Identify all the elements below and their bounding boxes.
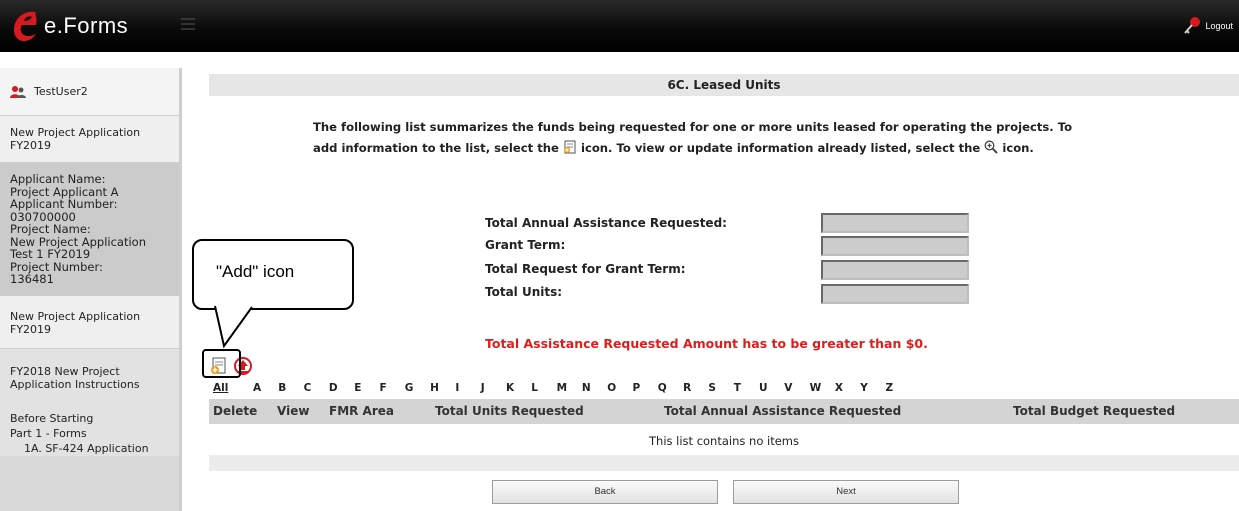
user-name: TestUser2 xyxy=(34,85,88,98)
filter-letter-t[interactable]: T xyxy=(734,382,741,394)
back-button[interactable]: Back xyxy=(492,480,718,504)
sidebar-item-sf424[interactable]: 1A. SF-424 Application xyxy=(10,441,171,456)
page-title: 6C. Leased Units xyxy=(209,74,1239,96)
filter-letter-e[interactable]: E xyxy=(354,382,361,394)
top-bar: e.Forms Logout xyxy=(0,0,1239,52)
filter-letter-r[interactable]: R xyxy=(683,382,691,394)
table-footer-band xyxy=(209,455,1239,471)
applicant-name-label: Applicant Name: xyxy=(10,172,106,186)
e-logo-icon xyxy=(14,11,37,42)
logout-button[interactable]: Logout xyxy=(1183,16,1233,36)
filter-letter-i[interactable]: I xyxy=(455,382,459,394)
instructions: The following list summarizes the funds … xyxy=(313,117,1213,159)
filter-letter-k[interactable]: K xyxy=(506,382,514,394)
total-request-field xyxy=(821,260,969,280)
sidebar-item-sublabel: FY2019 xyxy=(10,322,52,336)
sidebar-item-label: FY2018 New Project xyxy=(10,364,120,378)
total-annual-assistance-field xyxy=(821,213,969,233)
filter-letter-u[interactable]: U xyxy=(759,382,768,394)
total-units-field xyxy=(821,284,969,304)
filter-letter-o[interactable]: O xyxy=(607,382,616,394)
column-header-total-units: Total Units Requested xyxy=(435,404,584,418)
key-icon xyxy=(1184,17,1201,34)
column-header-total-budget: Total Budget Requested xyxy=(1013,404,1176,418)
magnifier-plus-icon xyxy=(984,140,999,154)
logout-label: Logout xyxy=(1205,21,1233,31)
application-title-line2: FY2019 xyxy=(10,139,52,152)
filter-letter-a[interactable]: A xyxy=(253,382,261,394)
filter-letter-y[interactable]: Y xyxy=(860,382,868,394)
instructions-text-c: icon. xyxy=(1002,141,1034,155)
validation-warning: Total Assistance Requested Amount has to… xyxy=(485,336,928,351)
sidebar-item-label: New Project Application xyxy=(10,309,141,323)
column-header-fmr-area: FMR Area xyxy=(329,404,394,418)
filter-letter-h[interactable]: H xyxy=(430,382,439,394)
filter-all[interactable]: All xyxy=(213,382,228,394)
filter-letter-v[interactable]: V xyxy=(784,382,792,394)
instructions-text-a: add information to the list, select the xyxy=(313,141,559,155)
table-header: Delete View FMR Area Total Units Request… xyxy=(209,399,1239,424)
user-icon xyxy=(10,85,26,98)
sidebar-item-part1[interactable]: Part 1 - Forms xyxy=(10,426,171,441)
add-icon-highlight xyxy=(202,349,241,378)
column-header-total-annual-assistance: Total Annual Assistance Requested xyxy=(664,404,902,418)
project-name-label: Project Name: xyxy=(10,222,91,236)
filter-letter-f[interactable]: F xyxy=(380,382,387,394)
empty-list-message: This list contains no items xyxy=(649,434,799,448)
app-name: e.Forms xyxy=(44,13,129,38)
applicant-info: Applicant Name: Project Applicant A Appl… xyxy=(0,163,179,296)
instructions-line1: The following list summarizes the funds … xyxy=(313,120,1073,134)
sidebar-user: TestUser2 xyxy=(0,68,179,116)
project-number: 136481 xyxy=(10,272,54,286)
filter-letter-l[interactable]: L xyxy=(531,382,538,394)
filter-letter-p[interactable]: P xyxy=(633,382,641,394)
project-name-line2: Test 1 FY2019 xyxy=(10,247,91,261)
filter-letter-c[interactable]: C xyxy=(304,382,312,394)
column-header-delete: Delete xyxy=(213,404,258,418)
filter-letter-z[interactable]: Z xyxy=(886,382,894,394)
sidebar: TestUser2 New Project Application FY2019… xyxy=(0,68,182,511)
sidebar-item-sublabel: Application Instructions xyxy=(10,377,140,391)
grant-term-field xyxy=(821,236,969,256)
filter-letter-b[interactable]: B xyxy=(278,382,286,394)
sidebar-nav: Before Starting Part 1 - Forms 1A. SF-42… xyxy=(0,400,179,456)
sidebar-item-before-starting[interactable]: Before Starting xyxy=(10,411,171,426)
application-title: New Project Application FY2019 xyxy=(0,116,179,163)
menu-icon[interactable] xyxy=(181,16,195,32)
applicant-number-label: Applicant Number: xyxy=(10,197,118,211)
main-content: 6C. Leased Units The following list summ… xyxy=(209,68,1239,511)
column-header-view: View xyxy=(277,404,310,418)
filter-letter-m[interactable]: M xyxy=(557,382,567,394)
add-document-icon xyxy=(563,140,576,154)
next-button[interactable]: Next xyxy=(733,480,959,504)
total-units-label: Total Units: xyxy=(485,285,563,299)
application-title-line1: New Project Application xyxy=(10,126,141,139)
sidebar-item-new-project-application[interactable]: New Project Application FY2019 xyxy=(0,295,179,349)
filter-letter-q[interactable]: Q xyxy=(658,382,667,394)
instructions-text-b: icon. To view or update information alre… xyxy=(580,141,981,155)
filter-letter-g[interactable]: G xyxy=(405,382,414,394)
filter-letter-n[interactable]: N xyxy=(582,382,591,394)
filter-letter-d[interactable]: D xyxy=(329,382,338,394)
alphabet-filter: All A B C D E F G H I J K L M N O P Q R S T U V W X Y Z xyxy=(209,382,1239,398)
filter-letter-w[interactable]: W xyxy=(810,382,822,394)
grant-term-label: Grant Term: xyxy=(485,238,566,252)
filter-letter-x[interactable]: X xyxy=(835,382,843,394)
filter-letter-s[interactable]: S xyxy=(708,382,716,394)
callout-text: "Add" icon xyxy=(216,262,295,281)
total-annual-assistance-label: Total Annual Assistance Requested: xyxy=(485,216,727,230)
total-request-label: Total Request for Grant Term: xyxy=(485,262,686,276)
sidebar-item-instructions[interactable]: FY2018 New Project Application Instructi… xyxy=(0,348,179,401)
filter-letter-j[interactable]: J xyxy=(481,382,485,394)
